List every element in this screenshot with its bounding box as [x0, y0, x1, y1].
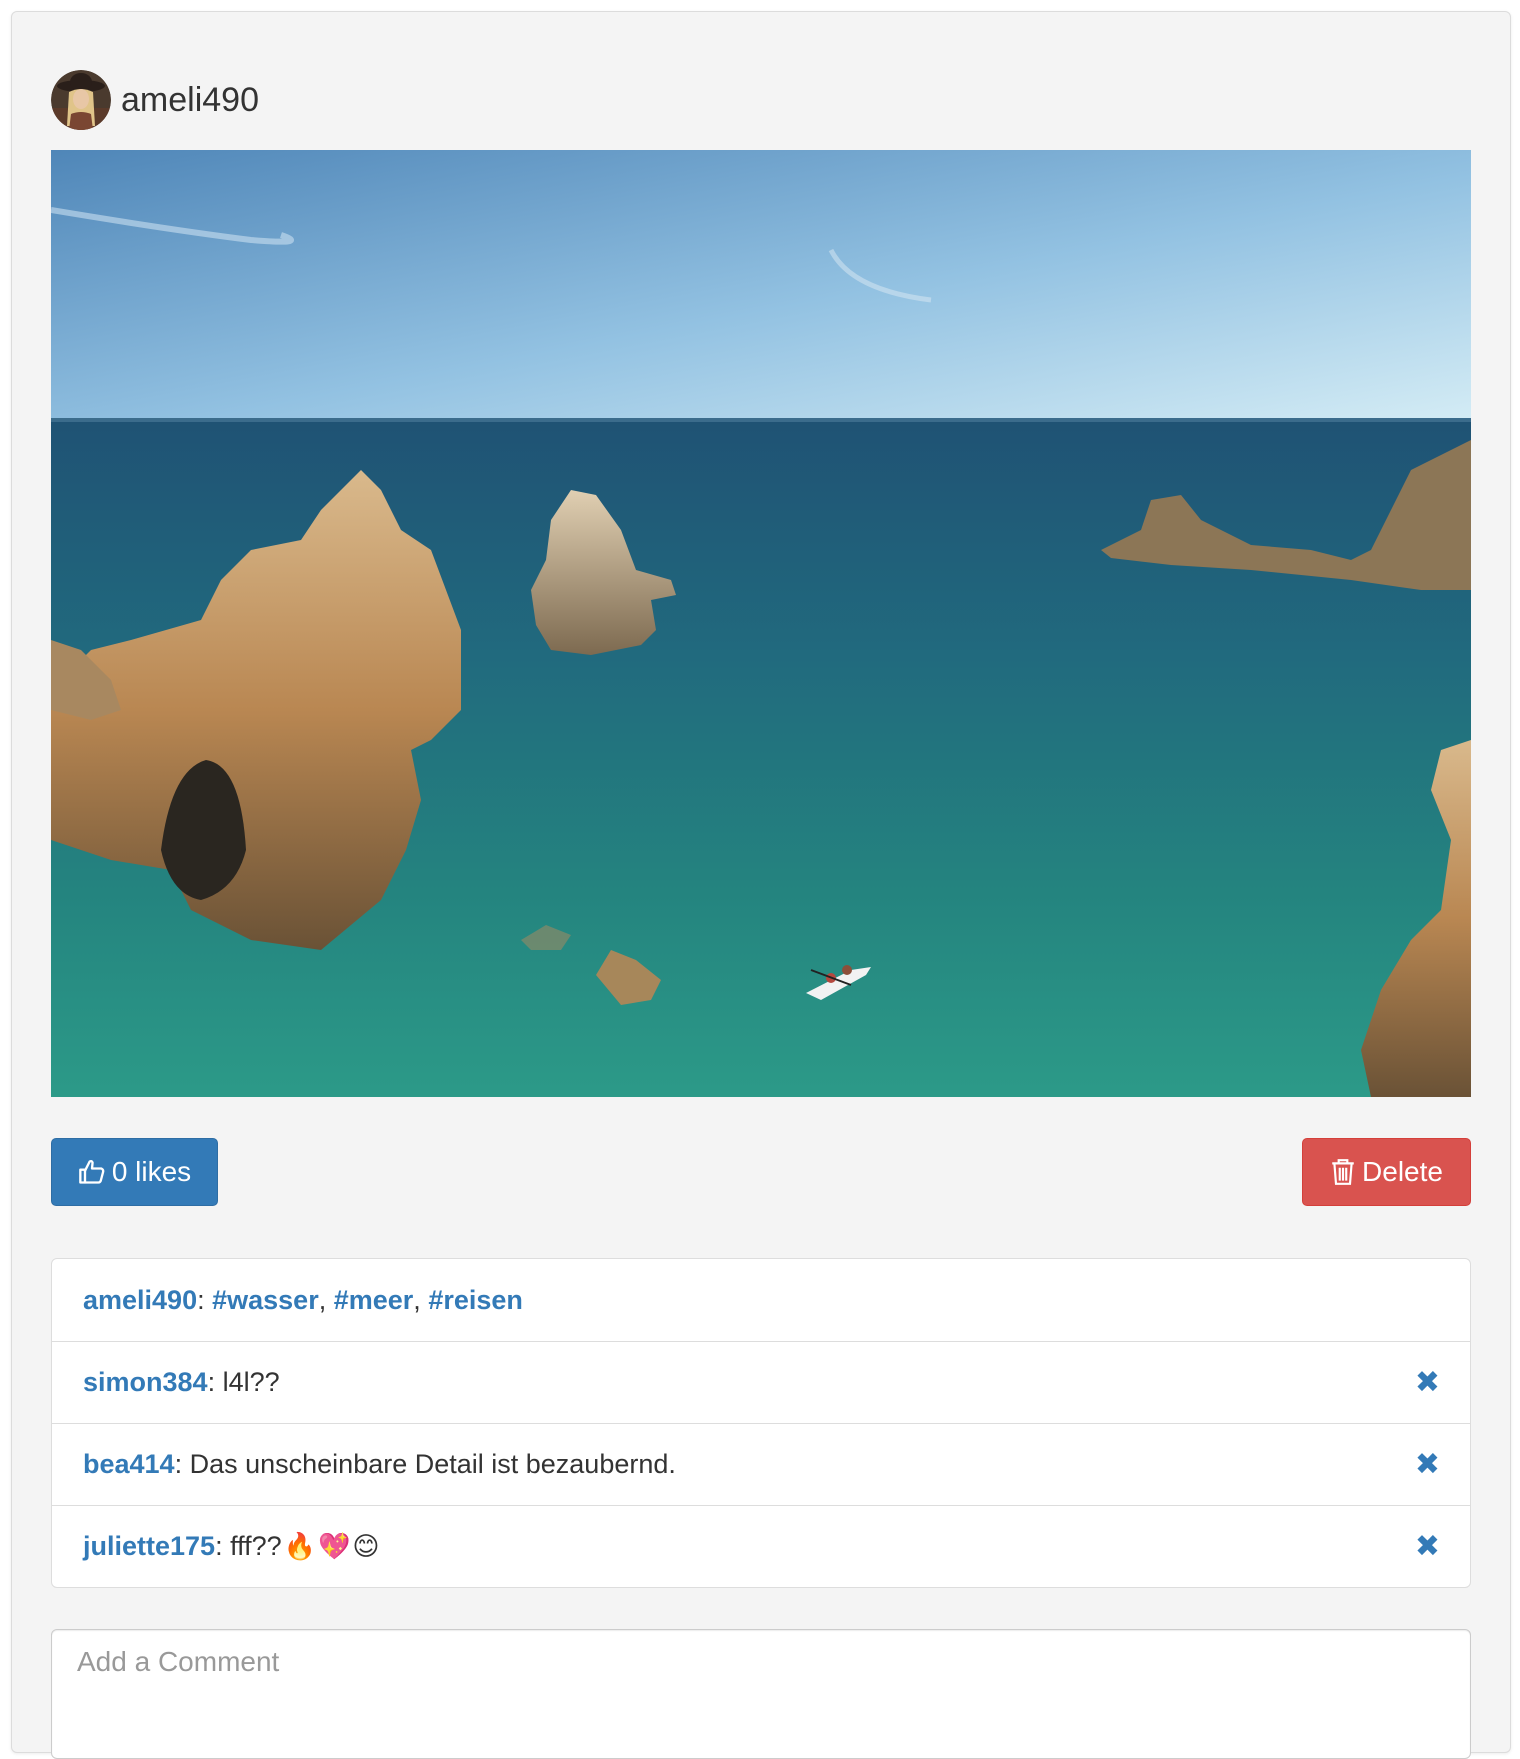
- comment-text: l4l??: [222, 1367, 280, 1397]
- close-icon: ✖: [1414, 1447, 1440, 1481]
- thumbs-up-icon: [78, 1159, 105, 1184]
- tag-separator: ,: [413, 1284, 429, 1315]
- comment-text: fff??: [230, 1531, 282, 1561]
- hashtag-link[interactable]: #meer: [334, 1285, 414, 1316]
- comment-separator: :: [215, 1531, 231, 1561]
- close-icon: ✖: [1414, 1365, 1440, 1399]
- sparkling-heart-emoji: 💖: [318, 1531, 351, 1562]
- comment-separator: :: [174, 1449, 190, 1479]
- like-button[interactable]: 0 likes: [51, 1138, 218, 1206]
- comment-text: Das unscheinbare Detail ist bezaubernd.: [189, 1449, 676, 1479]
- post-author-username[interactable]: ameli490: [121, 81, 259, 120]
- comment-author[interactable]: simon384: [83, 1367, 208, 1398]
- comments-list: ameli490: #wasser, #meer, #reisen simon3…: [51, 1258, 1471, 1588]
- delete-button[interactable]: Delete: [1302, 1138, 1471, 1206]
- add-comment-input[interactable]: [51, 1629, 1471, 1759]
- fire-emoji: 🔥: [283, 1531, 317, 1562]
- comment-separator: :: [197, 1284, 213, 1315]
- remove-comment-button[interactable]: ✖: [1414, 1365, 1440, 1399]
- comment-item: juliette175: fff?? 🔥 💖 😊 ✖: [52, 1505, 1470, 1587]
- post-photo: [51, 150, 1471, 1097]
- hashtag-link[interactable]: #reisen: [428, 1285, 523, 1316]
- likes-count-label: 0 likes: [111, 1156, 192, 1187]
- post-header: ameli490: [51, 70, 259, 130]
- comment-item: simon384: l4l?? ✖: [52, 1341, 1470, 1423]
- post-card: ameli490 0 likes Delete ameli490: #wass…: [11, 11, 1511, 1759]
- comment-item: bea414: Das unscheinbare Detail ist beza…: [52, 1423, 1470, 1505]
- remove-comment-button[interactable]: ✖: [1414, 1447, 1440, 1481]
- comment-separator: :: [207, 1367, 223, 1397]
- comment-item: ameli490: #wasser, #meer, #reisen: [52, 1259, 1470, 1341]
- trash-icon: [1332, 1159, 1354, 1185]
- smiling-face-emoji: 😊: [352, 1531, 380, 1562]
- tag-separator: ,: [318, 1284, 334, 1315]
- comment-author[interactable]: juliette175: [83, 1531, 215, 1562]
- close-icon: ✖: [1414, 1529, 1440, 1563]
- comment-author[interactable]: ameli490: [83, 1285, 197, 1316]
- avatar[interactable]: [51, 70, 111, 130]
- hashtag-link[interactable]: #wasser: [212, 1285, 319, 1316]
- comment-author[interactable]: bea414: [83, 1449, 175, 1480]
- delete-label: Delete: [1362, 1156, 1443, 1187]
- remove-comment-button[interactable]: ✖: [1414, 1529, 1440, 1563]
